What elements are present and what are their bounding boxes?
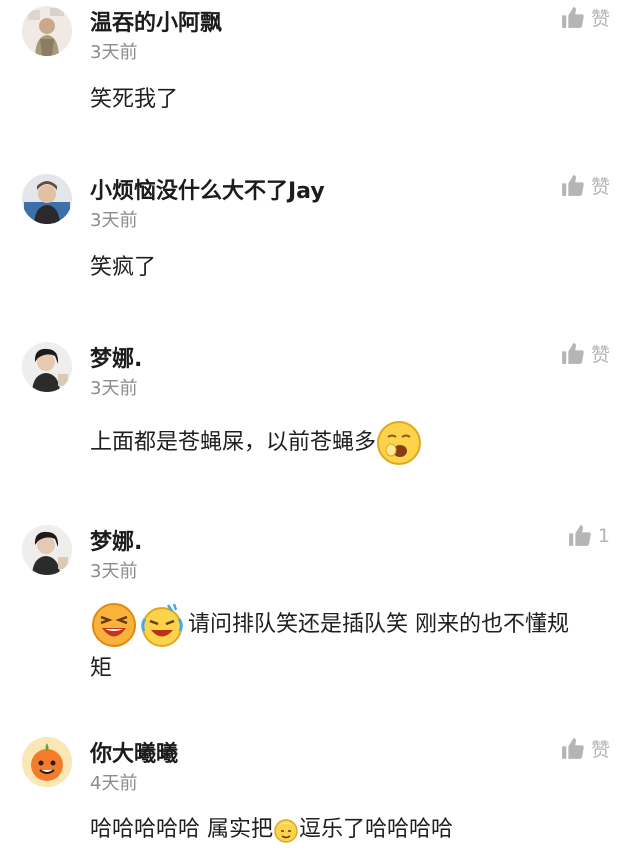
comment-text: 笑疯了 xyxy=(90,248,615,288)
thumbs-up-icon xyxy=(567,523,592,548)
like-button[interactable]: 赞 xyxy=(560,735,610,762)
like-count: 1 xyxy=(597,524,610,547)
timestamp: 4天前 xyxy=(90,773,138,794)
comment-text: 哈哈哈哈哈 属实把 逗乐了哈哈哈哈 xyxy=(90,810,615,850)
avatar[interactable] xyxy=(22,174,72,224)
username[interactable]: 小烦恼没什么大不了Jay xyxy=(90,173,325,205)
thumbs-up-icon xyxy=(560,341,585,366)
comment-text-line: 笑死我了 xyxy=(90,87,179,112)
thumbs-up-icon xyxy=(560,173,585,198)
username[interactable]: 你大曦曦 xyxy=(90,736,178,768)
username[interactable]: 温吞的小阿飘 xyxy=(90,5,222,37)
like-button[interactable]: 1 xyxy=(567,523,610,548)
comment-text-line: 上面都是苍蝇屎，以前苍蝇多 xyxy=(90,430,377,455)
comment-text-line: 逗乐了哈哈哈哈 xyxy=(299,817,454,842)
avatar[interactable] xyxy=(22,525,72,575)
comment-text: 请问排队笑还是插队笑 刚来的也不懂规 矩 xyxy=(90,601,615,689)
like-button[interactable]: 赞 xyxy=(560,172,610,199)
comment-text: 上面都是苍蝇屎，以前苍蝇多 xyxy=(90,420,615,466)
like-label: 赞 xyxy=(590,176,610,198)
timestamp: 3天前 xyxy=(90,42,138,63)
comment-text-line: 哈哈哈哈哈 属实把 xyxy=(90,817,273,842)
comment-text-line: 请问排队笑还是插队笑 刚来的也不懂规 xyxy=(188,612,569,637)
username[interactable]: 梦娜. xyxy=(90,524,142,556)
comment-text-line: 矩 xyxy=(90,656,113,681)
like-label: 赞 xyxy=(590,8,610,30)
like-button[interactable]: 赞 xyxy=(560,340,610,367)
like-label: 赞 xyxy=(590,344,610,366)
username[interactable]: 梦娜. xyxy=(90,341,142,373)
comment-text: 笑死我了 xyxy=(90,80,615,120)
like-button[interactable]: 赞 xyxy=(560,4,610,31)
thumbs-up-icon xyxy=(560,736,585,761)
avatar[interactable] xyxy=(22,737,72,787)
yawn-face-emoji xyxy=(376,420,422,466)
comment-text-line: 笑疯了 xyxy=(90,255,157,280)
rolling-laugh-emoji xyxy=(138,601,188,649)
avatar[interactable] xyxy=(22,342,72,392)
timestamp: 3天前 xyxy=(90,561,138,582)
timestamp: 3天前 xyxy=(90,210,138,231)
thumbs-up-icon xyxy=(560,5,585,30)
avatar[interactable] xyxy=(22,6,72,56)
like-label: 赞 xyxy=(590,739,610,761)
grandpa-face-emoji xyxy=(273,817,299,843)
laughing-face-emoji xyxy=(90,601,138,649)
timestamp: 3天前 xyxy=(90,378,138,399)
